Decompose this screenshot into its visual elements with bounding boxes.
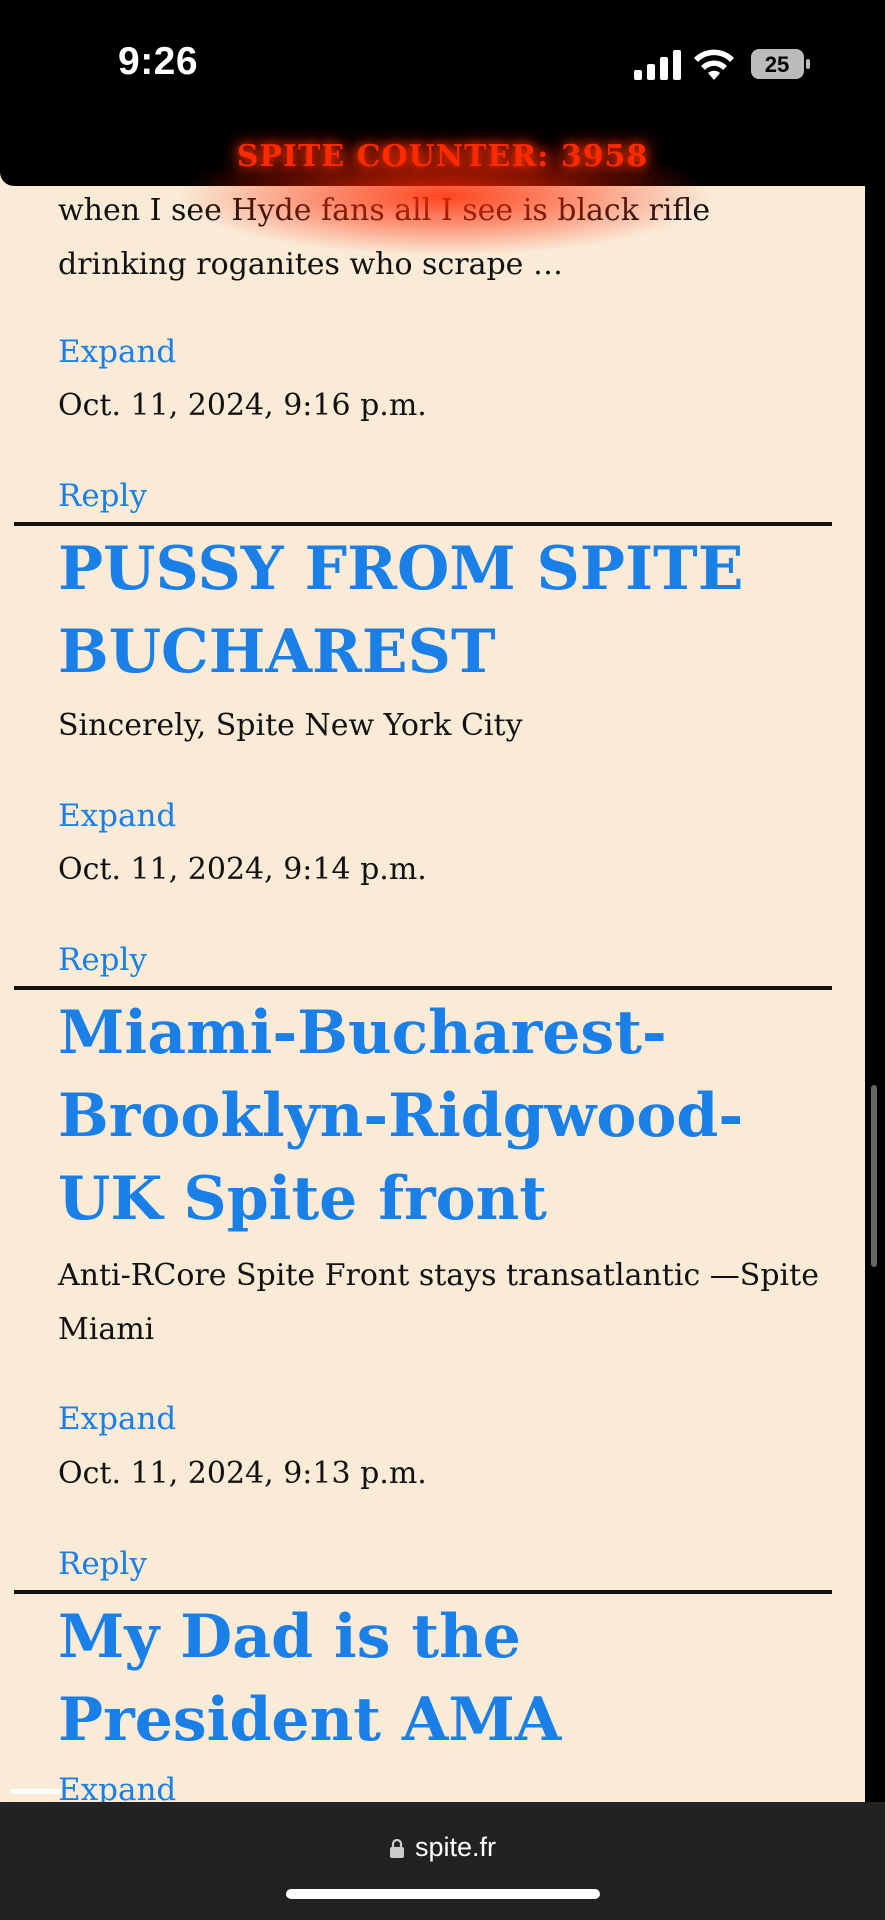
wifi-icon (694, 49, 734, 80)
reply-link[interactable]: Reply (58, 476, 147, 516)
reply-link[interactable]: Reply (58, 1544, 147, 1584)
post-date: Oct. 11, 2024, 9:13 p.m. (58, 1456, 427, 1491)
address-field[interactable]: spite.fr (0, 1832, 885, 1863)
expand-link[interactable]: Expand (58, 1399, 176, 1439)
battery-level: 25 (765, 52, 789, 77)
lock-icon (389, 1838, 404, 1858)
home-indicator[interactable] (286, 1889, 600, 1899)
battery-icon: 25 (751, 49, 810, 79)
post-excerpt: when I see Hyde fans all I see is black … (58, 193, 711, 282)
expand-link[interactable]: Expand (58, 1770, 176, 1802)
spite-counter: SPITE COUNTER: 3958 (236, 139, 649, 174)
expand-link[interactable]: Expand (58, 332, 176, 372)
url-text: spite.fr (414, 1832, 497, 1862)
page: when I see Hyde fans all I see is black … (0, 132, 865, 1802)
scrollbar[interactable] (871, 1085, 877, 1267)
post-title[interactable]: Miami-Bucharest-Brooklyn-Ridgwood-UK Spi… (58, 992, 818, 1241)
post-divider (14, 1590, 832, 1594)
post-excerpt: Anti-RCore Spite Front stays transatlant… (58, 1258, 819, 1347)
post-divider (14, 986, 832, 990)
post-title[interactable]: PUSSY FROM SPITE BUCHAREST (58, 528, 838, 694)
cellular-signal-icon (634, 50, 681, 80)
post-title[interactable]: My Dad is the President AMA (58, 1596, 818, 1762)
status-time: 9:26 (118, 40, 199, 83)
expand-link[interactable]: Expand (58, 796, 176, 836)
status-bar: 9:26 25 (0, 0, 885, 132)
post-divider (14, 522, 832, 526)
reply-link[interactable]: Reply (58, 940, 147, 980)
post-date: Oct. 11, 2024, 9:14 p.m. (58, 852, 427, 887)
post-date: Oct. 11, 2024, 9:16 p.m. (58, 388, 427, 423)
post-excerpt: Sincerely, Spite New York City (58, 708, 523, 743)
edge-handle (10, 1789, 62, 1794)
